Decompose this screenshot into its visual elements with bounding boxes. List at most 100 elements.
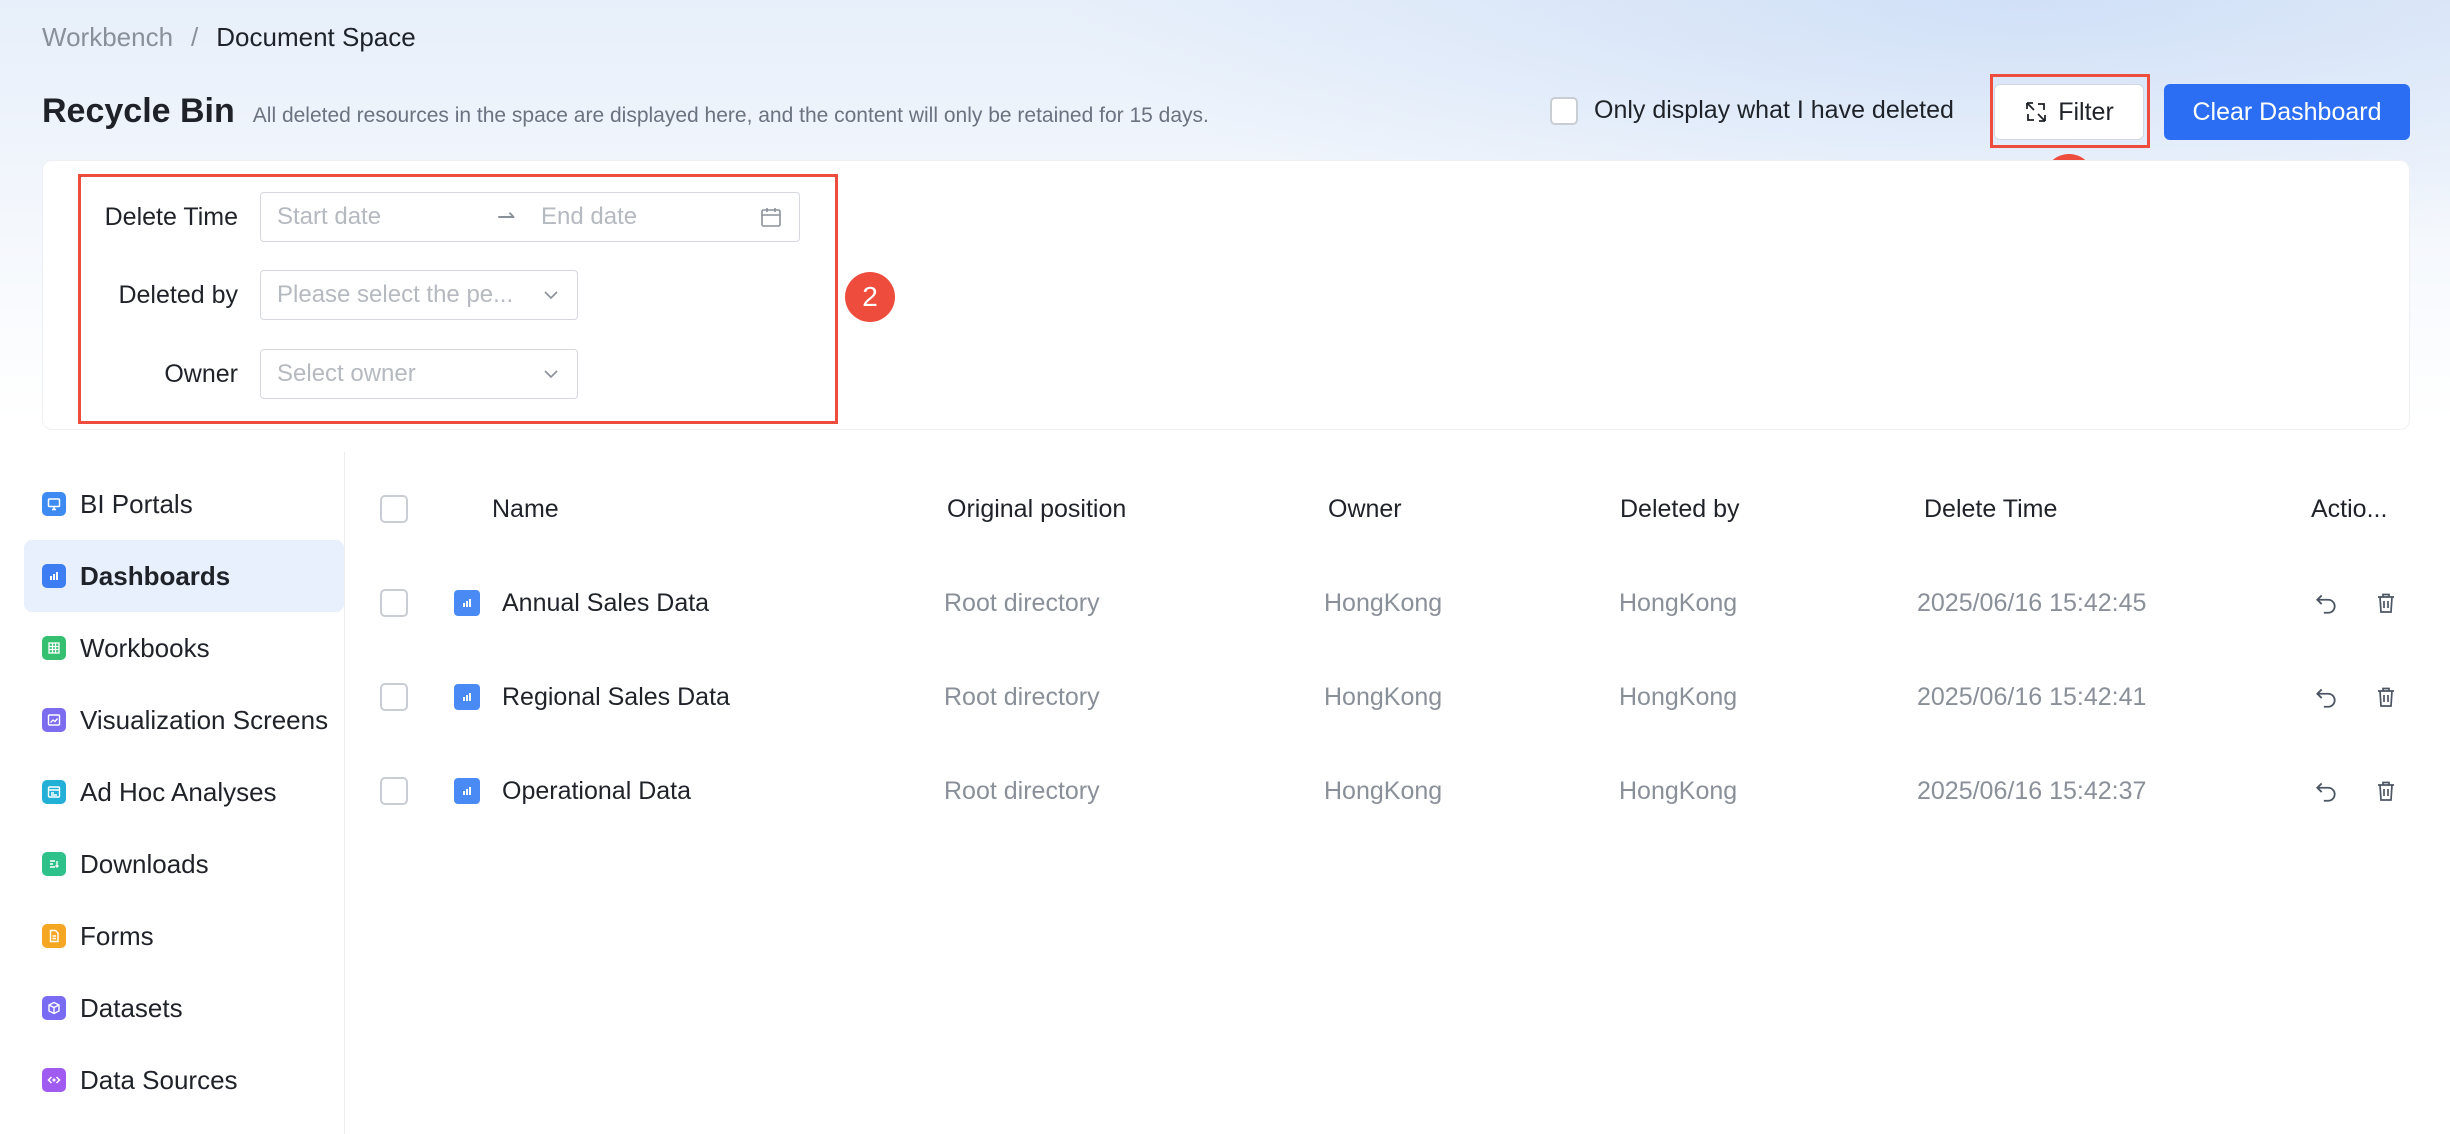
breadcrumb-separator: / [191, 22, 199, 52]
owner-filter: Owner Select owner [48, 349, 578, 399]
annotation-badge-2: 2 [845, 272, 895, 322]
deleted-by-select[interactable]: Please select the pe... [260, 270, 578, 320]
row-owner: HongKong [1324, 776, 1443, 805]
column-header-actions: Actio... [2311, 494, 2388, 523]
sidebar-item-ad-hoc-analyses[interactable]: Ad Hoc Analyses [24, 756, 344, 828]
page-description: All deleted resources in the space are d… [252, 104, 1209, 127]
form-icon [42, 924, 66, 948]
table-row: Operational Data Root directory HongKong… [370, 744, 2410, 838]
row-name: Operational Data [502, 776, 692, 805]
dashboard-file-icon [454, 590, 480, 616]
screen-icon [42, 708, 66, 732]
sidebar-item-label: Datasets [80, 992, 183, 1023]
only-mine-checkbox[interactable] [1550, 96, 1578, 125]
adhoc-icon [42, 780, 66, 804]
row-name: Regional Sales Data [502, 682, 730, 711]
row-deleted-by: HongKong [1619, 588, 1738, 617]
recycle-bin-table: Name Original position Owner Deleted by … [370, 462, 2410, 838]
row-delete-time: 2025/06/16 15:42:37 [1917, 776, 2147, 805]
row-checkbox[interactable] [380, 589, 408, 617]
resource-type-sidebar: BI Portals Dashboards Workbooks Visualiz… [24, 468, 344, 1116]
page-title: Recycle Bin [42, 92, 235, 130]
sidebar-item-dashboards[interactable]: Dashboards [24, 540, 344, 612]
row-checkbox[interactable] [380, 777, 408, 805]
filter-button-label: Filter [2058, 97, 2114, 126]
portal-icon [42, 492, 66, 516]
sidebar-item-data-sources[interactable]: Data Sources [24, 1044, 344, 1116]
end-date-input[interactable]: End date [541, 203, 759, 231]
download-icon [42, 852, 66, 876]
delete-time-filter: Delete Time Start date ⇀ End date [48, 192, 800, 242]
row-position: Root directory [944, 682, 1100, 711]
filter-button[interactable]: Filter [1994, 84, 2144, 140]
row-delete-time: 2025/06/16 15:42:45 [1917, 588, 2147, 617]
sidebar-item-label: Ad Hoc Analyses [80, 776, 277, 807]
owner-placeholder: Select owner [277, 360, 416, 387]
workbook-icon [42, 636, 66, 660]
row-deleted-by: HongKong [1619, 776, 1738, 805]
only-mine-toggle[interactable]: Only display what I have deleted [1550, 96, 1954, 125]
delete-time-label: Delete Time [104, 202, 238, 231]
row-delete-time: 2025/06/16 15:42:41 [1917, 682, 2147, 711]
dashboard-file-icon [454, 684, 480, 710]
sidebar-item-workbooks[interactable]: Workbooks [24, 612, 344, 684]
datasource-icon [42, 1068, 66, 1092]
calendar-icon [761, 208, 781, 227]
breadcrumb-current: Document Space [216, 22, 416, 52]
sidebar-item-label: Workbooks [80, 632, 210, 663]
delete-permanently-icon[interactable] [2371, 682, 2401, 712]
sidebar-item-label: BI Portals [80, 488, 193, 519]
deleted-by-filter: Deleted by Please select the pe... [48, 270, 578, 320]
filter-icon [2026, 102, 2047, 122]
restore-icon[interactable] [2311, 588, 2341, 618]
sidebar-item-label: Visualization Screens [80, 704, 329, 735]
only-mine-label: Only display what I have deleted [1594, 96, 1954, 124]
breadcrumb-workbench-link[interactable]: Workbench [42, 22, 173, 53]
restore-icon[interactable] [2311, 682, 2341, 712]
row-position: Root directory [944, 588, 1100, 617]
sidebar-item-label: Dashboards [80, 560, 231, 591]
range-arrow-icon: ⇀ [497, 204, 516, 229]
dataset-icon [42, 996, 66, 1020]
restore-icon[interactable] [2311, 776, 2341, 806]
dashboard-icon [42, 564, 66, 588]
column-header-delete-time[interactable]: Delete Time [1917, 495, 2307, 524]
deleted-by-label: Deleted by [118, 280, 238, 309]
clear-dashboard-button[interactable]: Clear Dashboard [2164, 84, 2410, 140]
column-header-position: Original position [947, 494, 1127, 523]
deleted-by-placeholder: Please select the pe... [277, 281, 514, 308]
row-owner: HongKong [1324, 682, 1443, 711]
table-header: Name Original position Owner Deleted by … [370, 462, 2410, 556]
column-header-owner: Owner [1328, 494, 1402, 523]
chevron-down-icon [544, 370, 558, 379]
chevron-down-icon [544, 291, 558, 300]
sidebar-item-datasets[interactable]: Datasets [24, 972, 344, 1044]
row-position: Root directory [944, 776, 1100, 805]
row-owner: HongKong [1324, 588, 1443, 617]
column-header-deleted-by: Deleted by [1620, 494, 1740, 523]
row-deleted-by: HongKong [1619, 682, 1738, 711]
dashboard-file-icon [454, 778, 480, 804]
delete-permanently-icon[interactable] [2371, 588, 2401, 618]
sidebar-item-label: Downloads [80, 848, 209, 879]
select-all-checkbox[interactable] [380, 495, 408, 523]
column-header-name[interactable]: Name [454, 495, 944, 524]
sidebar-item-visualization-screens[interactable]: Visualization Screens [24, 684, 344, 756]
sidebar-item-label: Forms [80, 920, 154, 951]
sidebar-item-forms[interactable]: Forms [24, 900, 344, 972]
owner-select[interactable]: Select owner [260, 349, 578, 399]
sidebar-item-bi-portals[interactable]: BI Portals [24, 468, 344, 540]
sidebar-item-label: Data Sources [80, 1064, 238, 1095]
row-checkbox[interactable] [380, 683, 408, 711]
breadcrumb: Workbench / Document Space [42, 22, 416, 53]
start-date-input[interactable]: Start date [277, 203, 497, 231]
row-name: Annual Sales Data [502, 588, 710, 617]
table-row: Regional Sales Data Root directory HongK… [370, 650, 2410, 744]
sidebar-item-downloads[interactable]: Downloads [24, 828, 344, 900]
delete-permanently-icon[interactable] [2371, 776, 2401, 806]
sidebar-divider [344, 452, 345, 1134]
table-row: Annual Sales Data Root directory HongKon… [370, 556, 2410, 650]
title-row: Recycle Bin All deleted resources in the… [42, 92, 1209, 131]
delete-time-range-picker[interactable]: Start date ⇀ End date [260, 192, 800, 242]
owner-label: Owner [164, 359, 238, 388]
